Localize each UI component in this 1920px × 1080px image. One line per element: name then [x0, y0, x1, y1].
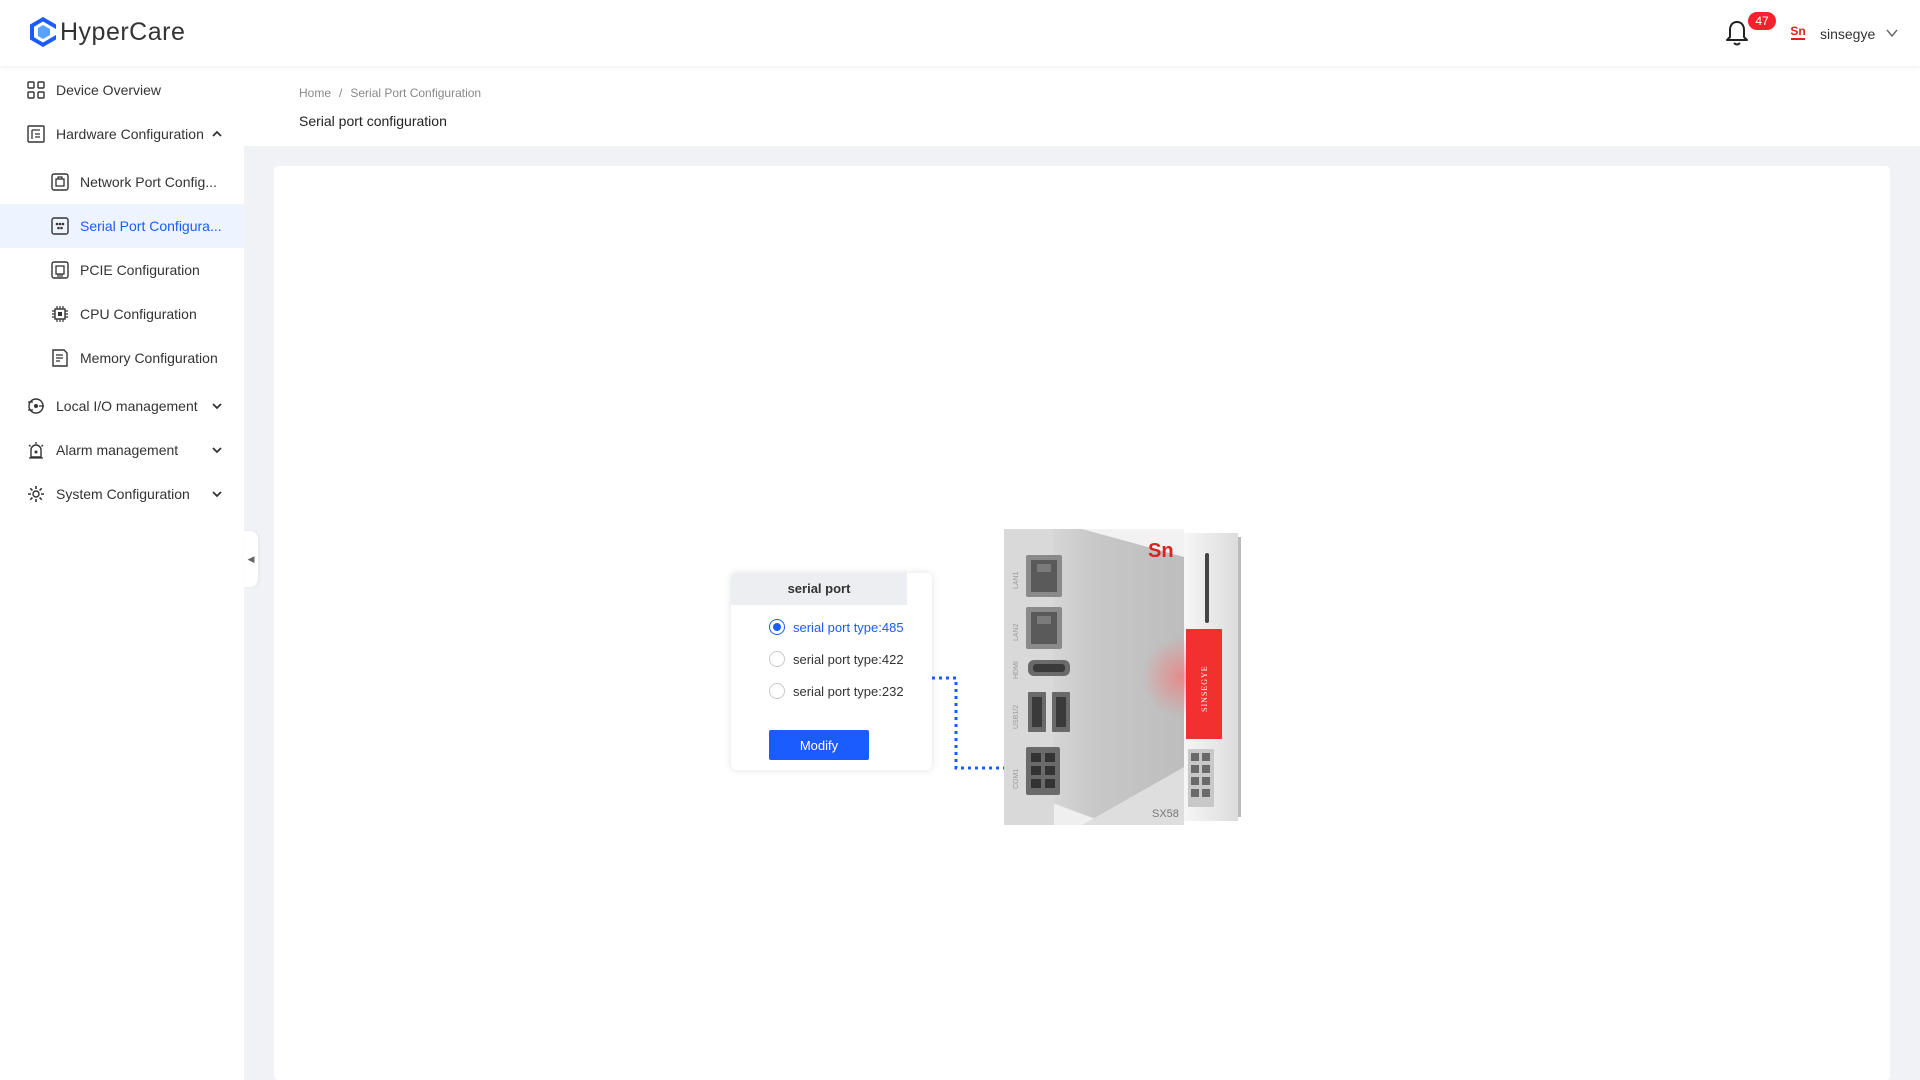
memory-icon: [50, 348, 70, 368]
sidebar-item-pcie-configuration[interactable]: PCIE Configuration: [0, 248, 244, 292]
company-logo-icon: Sn: [1789, 23, 1807, 40]
hardware-icon: [26, 124, 46, 144]
sidebar-item-hardware-configuration[interactable]: Hardware Configuration: [0, 112, 244, 156]
network-port-icon: [50, 172, 70, 192]
breadcrumb-home[interactable]: Home: [299, 86, 331, 100]
sidebar-item-label: Hardware Configuration: [56, 126, 204, 142]
serial-port-panel-title: serial port: [731, 573, 907, 605]
port-label-com1: COM1: [1013, 769, 1020, 789]
radio-button[interactable]: [769, 651, 785, 667]
radio-button[interactable]: [769, 683, 785, 699]
sidebar-item-label: Memory Configuration: [80, 350, 218, 366]
sidebar: Device Overview Hardware Configuration N…: [0, 66, 244, 1080]
sidebar-item-network-port-config[interactable]: Network Port Config...: [0, 160, 244, 204]
gear-icon: [26, 484, 46, 504]
port-label-lan2: LAN2: [1013, 623, 1020, 641]
radio-label: serial port type:422: [793, 651, 904, 667]
sidebar-item-label: PCIE Configuration: [80, 262, 200, 278]
chevron-down-icon: [212, 491, 222, 498]
sidebar-item-label: Device Overview: [56, 82, 162, 98]
alarm-icon: [26, 440, 46, 460]
page-title: Serial port configuration: [299, 113, 447, 129]
radio-serial-485[interactable]: serial port type:485: [769, 619, 904, 635]
user-logo-text: Sn: [1790, 24, 1805, 38]
io-icon: [26, 396, 46, 416]
sidebar-item-label: Serial Port Configura...: [80, 218, 222, 234]
breadcrumb-separator: /: [339, 86, 343, 100]
sidebar-item-cpu-configuration[interactable]: CPU Configuration: [0, 292, 244, 336]
notification-badge: 47: [1748, 12, 1776, 30]
sidebar-item-label: System Configuration: [56, 486, 190, 502]
radio-serial-422[interactable]: serial port type:422: [769, 651, 904, 667]
chevron-up-icon: [212, 130, 222, 137]
sidebar-item-local-io-management[interactable]: Local I/O management: [0, 384, 244, 428]
breadcrumb-current: Serial Port Configuration: [350, 86, 482, 100]
page-header: Home / Serial Port Configuration Serial po…: [244, 66, 1920, 146]
chevron-down-icon[interactable]: [1885, 26, 1899, 40]
cpu-icon: [50, 304, 70, 324]
device-illustration: LAN1 LAN2 HDMI USB1/2 COM1 Sn SX58 SINSE…: [1004, 529, 1241, 825]
sidebar-item-alarm-management[interactable]: Alarm management: [0, 428, 244, 472]
serial-port-panel: serial port serial port type:485 serial …: [731, 573, 932, 770]
radio-serial-232[interactable]: serial port type:232: [769, 683, 904, 699]
breadcrumb: Home / Serial Port Configuration: [299, 86, 481, 100]
device-logo: Sn: [1148, 540, 1174, 562]
port-label-usb: USB1/2: [1013, 705, 1020, 729]
top-header: HyperCare 47 Sn sinsegye: [0, 0, 1920, 66]
hypercare-logo-icon: [30, 17, 56, 47]
serial-port-icon: [50, 216, 70, 236]
radio-button[interactable]: [769, 619, 785, 635]
sidebar-item-label: CPU Configuration: [80, 306, 197, 322]
sidebar-item-label: Local I/O management: [56, 398, 198, 414]
radio-label: serial port type:232: [793, 683, 904, 699]
pcie-icon: [50, 260, 70, 280]
device-model: SX58: [1152, 808, 1179, 820]
sidebar-item-memory-configuration[interactable]: Memory Configuration: [0, 336, 244, 380]
sidebar-item-serial-port-configuration[interactable]: Serial Port Configura...: [0, 204, 244, 248]
chevron-down-icon: [212, 403, 222, 410]
radio-label: serial port type:485: [793, 619, 904, 635]
modify-button[interactable]: Modify: [769, 730, 869, 760]
app-logo[interactable]: HyperCare: [28, 16, 185, 48]
sidebar-item-label: Network Port Config...: [80, 174, 217, 190]
port-label-lan1: LAN1: [1013, 571, 1020, 589]
chevron-down-icon: [212, 447, 222, 454]
sidebar-item-system-configuration[interactable]: System Configuration: [0, 472, 244, 516]
device-brand-label: SINSEGYE: [1200, 665, 1209, 712]
app-name: HyperCare: [60, 17, 186, 46]
sidebar-item-device-overview[interactable]: Device Overview: [0, 68, 244, 112]
grid-icon: [26, 80, 46, 100]
sidebar-item-label: Alarm management: [56, 442, 179, 458]
user-name[interactable]: sinsegye: [1820, 26, 1875, 42]
sidebar-collapse-toggle[interactable]: ◀: [244, 531, 258, 587]
port-label-hdmi: HDMI: [1013, 661, 1020, 679]
